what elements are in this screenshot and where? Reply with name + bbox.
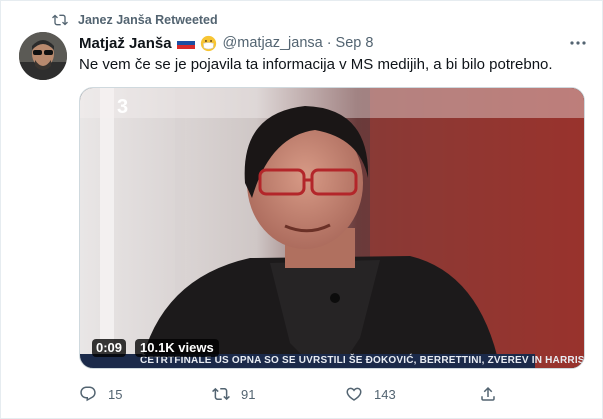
tweet-header: Matjaž Janša @matjaz_jansa · Sep 8 xyxy=(79,33,583,53)
separator-dot: · xyxy=(326,35,332,51)
retweet-label[interactable]: Janez Janša Retweeted xyxy=(78,13,218,27)
like-count: 143 xyxy=(374,386,396,402)
share-icon xyxy=(481,386,495,401)
tweet-date[interactable]: Sep 8 xyxy=(336,35,374,51)
reply-count: 15 xyxy=(108,386,123,402)
reply-button[interactable]: 15 xyxy=(79,384,122,404)
face-with-mask-emoji xyxy=(200,35,216,51)
video-views: 10.1K views xyxy=(135,339,219,357)
reply-icon xyxy=(80,386,96,402)
slovenia-flag-icon xyxy=(176,37,195,49)
avatar-image xyxy=(19,32,67,80)
more-options-icon[interactable] xyxy=(569,37,587,49)
heart-icon xyxy=(346,387,362,401)
video-timestamp: 0:09 xyxy=(92,339,127,357)
tweet-actions: 15 91 143 xyxy=(79,384,579,404)
retweet-context: Janez Janša Retweeted xyxy=(52,12,218,28)
retweet-icon xyxy=(52,14,68,26)
tweet-text: Ne vem če se je pojavila ta informacija … xyxy=(79,56,553,73)
retweet-button[interactable]: 91 xyxy=(212,384,255,404)
author-handle[interactable]: @matjaz_jansa xyxy=(223,35,323,51)
retweet-action-icon xyxy=(212,387,230,401)
avatar[interactable] xyxy=(19,32,67,80)
share-button[interactable] xyxy=(479,384,497,404)
video-player[interactable]: 3 ČETRTFINALE US OPNA SO SE UVRSTILI ŠE … xyxy=(79,87,585,369)
retweet-count: 91 xyxy=(241,386,256,402)
like-button[interactable]: 143 xyxy=(345,384,396,404)
video-frame xyxy=(80,88,584,368)
author-name[interactable]: Matjaž Janša xyxy=(79,35,172,52)
channel-logo: 3 xyxy=(117,96,129,118)
